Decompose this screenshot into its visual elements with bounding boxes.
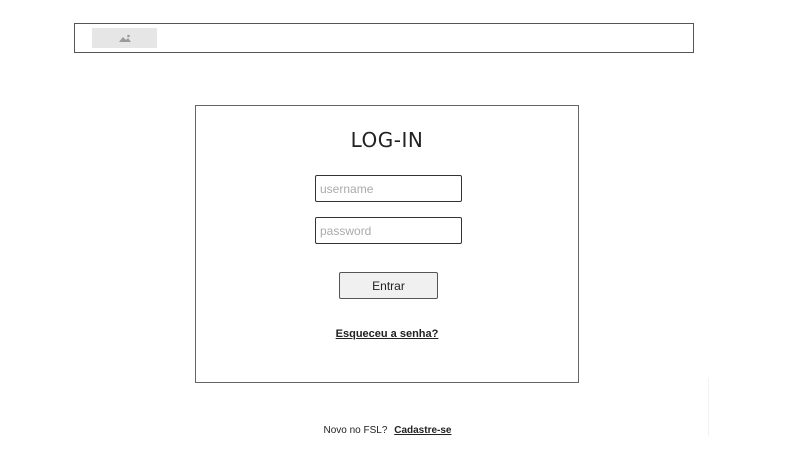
signup-link[interactable]: Cadastre-se [394, 425, 451, 436]
divider [708, 378, 709, 436]
username-field[interactable] [315, 175, 462, 202]
login-button-label: Entrar [372, 278, 405, 293]
login-button[interactable]: Entrar [339, 272, 438, 299]
logo[interactable] [92, 28, 157, 48]
login-card: LOG-IN Entrar Esqueceu a senha? [195, 105, 579, 383]
password-field[interactable] [315, 217, 462, 244]
forgot-password-link[interactable]: Esqueceu a senha? [196, 328, 578, 340]
image-placeholder-icon [118, 34, 132, 43]
header-bar [74, 23, 694, 53]
page-title: LOG-IN [350, 128, 424, 152]
signup-prompt: Novo no FSL? [323, 425, 388, 436]
signup-row: Novo no FSL? Cadastre-se [0, 425, 775, 436]
